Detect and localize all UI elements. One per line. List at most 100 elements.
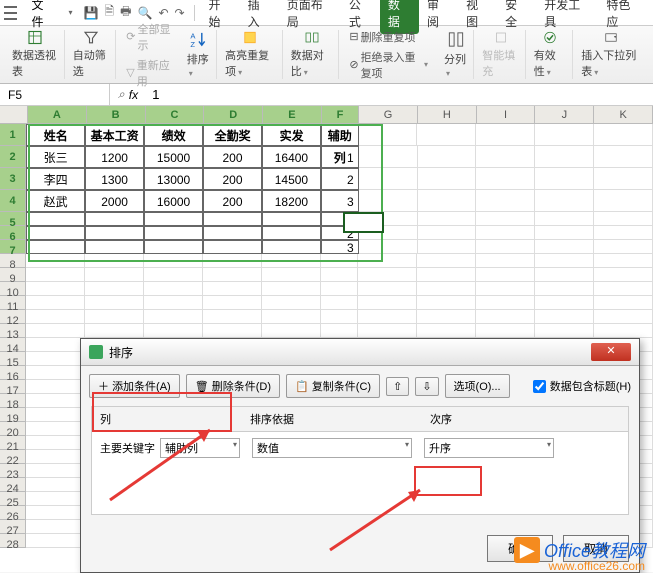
empty-cell[interactable] (594, 190, 653, 212)
data-cell[interactable]: 3 (321, 240, 359, 254)
move-down-button[interactable]: ⇩ (415, 377, 438, 396)
tab-start[interactable]: 开始 (201, 0, 240, 34)
empty-cell[interactable] (26, 506, 85, 520)
empty-cell[interactable] (358, 254, 417, 268)
empty-cell[interactable] (535, 268, 594, 282)
empty-cell[interactable] (418, 240, 477, 254)
empty-cell[interactable] (144, 282, 203, 296)
empty-cell[interactable] (26, 338, 85, 352)
empty-cell[interactable] (26, 436, 85, 450)
empty-cell[interactable] (594, 296, 653, 310)
data-cell[interactable]: 200 (203, 168, 262, 190)
data-cell[interactable] (144, 226, 203, 240)
data-cell[interactable] (262, 226, 321, 240)
empty-cell[interactable] (85, 310, 144, 324)
empty-cell[interactable] (144, 324, 203, 338)
empty-cell[interactable] (358, 296, 417, 310)
empty-cell[interactable] (417, 124, 476, 146)
empty-cell[interactable] (203, 324, 262, 338)
data-cell[interactable]: 1 (321, 146, 359, 168)
row-header-23[interactable]: 23 (0, 464, 26, 478)
empty-cell[interactable] (417, 324, 476, 338)
row-header-4[interactable]: 4 (0, 190, 26, 212)
empty-cell[interactable] (594, 282, 653, 296)
file-menu[interactable]: 文件 (23, 0, 62, 32)
empty-cell[interactable] (476, 268, 535, 282)
data-cell[interactable]: 2000 (85, 190, 144, 212)
ribbon-pivot[interactable]: 数据透视表 (6, 30, 65, 79)
save-icon[interactable]: 💾 (84, 6, 99, 20)
hamburger-icon[interactable] (4, 6, 17, 20)
key-field-select[interactable]: 辅助列 (160, 438, 240, 458)
row-header-17[interactable]: 17 (0, 380, 26, 394)
data-cell[interactable] (203, 240, 262, 254)
empty-cell[interactable] (594, 212, 653, 226)
row-header-13[interactable]: 13 (0, 324, 26, 338)
empty-cell[interactable] (594, 268, 653, 282)
row-header-5[interactable]: 5 (0, 212, 26, 226)
empty-cell[interactable] (418, 168, 477, 190)
empty-cell[interactable] (321, 268, 358, 282)
ribbon-highlightdup[interactable]: 高亮重复项 (219, 30, 283, 79)
empty-cell[interactable] (594, 254, 653, 268)
order-select[interactable]: 升序 (424, 438, 554, 458)
empty-cell[interactable] (535, 212, 594, 226)
empty-cell[interactable] (535, 324, 594, 338)
header-checkbox[interactable]: 数据包含标题(H) (533, 378, 631, 394)
empty-cell[interactable] (359, 146, 418, 168)
empty-cell[interactable] (321, 296, 358, 310)
empty-cell[interactable] (476, 282, 535, 296)
col-header-E[interactable]: E (263, 106, 322, 124)
data-cell[interactable]: 15000 (144, 146, 203, 168)
empty-cell[interactable] (535, 254, 594, 268)
row-header-11[interactable]: 11 (0, 296, 26, 310)
empty-cell[interactable] (535, 190, 594, 212)
empty-cell[interactable] (476, 310, 535, 324)
col-header-K[interactable]: K (594, 106, 653, 124)
move-up-button[interactable]: ⇧ (386, 377, 409, 396)
empty-cell[interactable] (535, 226, 594, 240)
row-header-2[interactable]: 2 (0, 146, 26, 168)
ribbon-splitcol[interactable]: 分列 (438, 30, 474, 79)
row-header-10[interactable]: 10 (0, 282, 26, 296)
empty-cell[interactable] (26, 394, 85, 408)
empty-cell[interactable] (85, 296, 144, 310)
row-header-22[interactable]: 22 (0, 450, 26, 464)
empty-cell[interactable] (203, 310, 262, 324)
empty-cell[interactable] (476, 324, 535, 338)
data-cell[interactable] (262, 240, 321, 254)
formula-input[interactable] (146, 85, 653, 104)
data-cell[interactable]: 13000 (144, 168, 203, 190)
row-header-19[interactable]: 19 (0, 408, 26, 422)
empty-cell[interactable] (358, 282, 417, 296)
row-header-9[interactable]: 9 (0, 268, 26, 282)
doc-icon[interactable]: 🗎 (105, 2, 115, 23)
delete-condition-button[interactable]: 🗑 删除条件(D) (186, 374, 280, 398)
select-all-corner[interactable] (0, 106, 28, 124)
data-cell[interactable] (26, 212, 85, 226)
row-header-28[interactable]: 28 (0, 534, 26, 548)
empty-cell[interactable] (144, 254, 203, 268)
data-cell[interactable]: 18200 (262, 190, 321, 212)
empty-cell[interactable] (418, 146, 477, 168)
row-header-12[interactable]: 12 (0, 310, 26, 324)
empty-cell[interactable] (359, 240, 418, 254)
row-header-20[interactable]: 20 (0, 422, 26, 436)
col-header-H[interactable]: H (418, 106, 477, 124)
empty-cell[interactable] (535, 282, 594, 296)
empty-cell[interactable] (26, 534, 85, 548)
empty-cell[interactable] (417, 254, 476, 268)
empty-cell[interactable] (358, 324, 417, 338)
col-header-B[interactable]: B (87, 106, 146, 124)
col-header-A[interactable]: A (28, 106, 87, 124)
empty-cell[interactable] (476, 190, 535, 212)
tab-special[interactable]: 特色应 (598, 0, 649, 34)
copy-condition-button[interactable]: 📋 复制条件(C) (286, 374, 380, 398)
sortby-select[interactable]: 数值 (252, 438, 412, 458)
empty-cell[interactable] (594, 124, 653, 146)
empty-cell[interactable] (262, 254, 321, 268)
empty-cell[interactable] (594, 168, 653, 190)
tab-pagelayout[interactable]: 页面布局 (279, 0, 341, 34)
tab-dev[interactable]: 开发工具 (536, 0, 598, 34)
empty-cell[interactable] (359, 190, 418, 212)
